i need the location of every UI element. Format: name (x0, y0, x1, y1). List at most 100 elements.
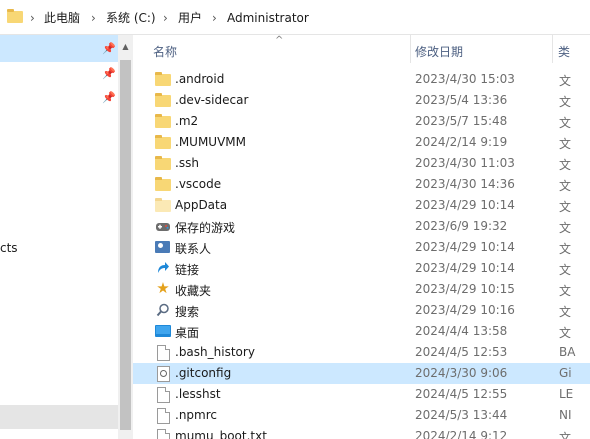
file-row[interactable]: .lesshst 2024/4/5 12:55 LE (133, 384, 590, 405)
file-type: 文 (559, 263, 572, 277)
file-type: 文 (559, 95, 572, 109)
pin-icon[interactable]: 📌 (102, 68, 116, 80)
file-type: 文 (559, 74, 572, 88)
breadcrumb-users[interactable]: 用户 (178, 10, 202, 26)
file-date: 2023/5/4 13:36 (415, 93, 508, 107)
file-date: 2024/3/30 9:06 (415, 366, 508, 380)
file-name: .vscode (175, 177, 222, 191)
file-row[interactable]: 搜索 2023/4/29 10:16 文 (133, 300, 590, 321)
breadcrumb-administrator[interactable]: Administrator (227, 10, 309, 26)
file-date: 2023/4/29 10:14 (415, 240, 515, 254)
scroll-up-icon[interactable]: ▲ (121, 42, 130, 51)
file-name: 搜索 (175, 305, 200, 319)
scrollbar-thumb[interactable] (120, 60, 131, 430)
file-name: .ssh (175, 156, 199, 170)
file-type: 文 (559, 179, 572, 193)
favorites-icon: ★ (156, 279, 170, 297)
file-name: mumu_boot.txt (175, 429, 267, 439)
pin-icon[interactable]: 📌 (102, 92, 116, 104)
file-type: 文 (559, 305, 572, 319)
file-name: 链接 (175, 263, 200, 277)
text-file-icon (155, 429, 171, 439)
nav-item-label[interactable]: cts (0, 241, 18, 255)
file-row[interactable]: 保存的游戏 2023/6/9 19:32 文 (133, 216, 590, 237)
file-type: 文 (559, 221, 572, 235)
nav-scrollbar[interactable]: ▲ (118, 35, 133, 439)
nav-item-selected[interactable] (0, 35, 118, 62)
file-row[interactable]: ★ 收藏夹 2023/4/29 10:15 文 (133, 279, 590, 300)
file-type: 文 (559, 116, 572, 130)
hidden-folder-icon (155, 198, 171, 213)
file-row[interactable]: 桌面 2024/4/4 13:58 文 (133, 321, 590, 342)
file-type: 文 (559, 158, 572, 172)
column-header-date[interactable]: 修改日期 (415, 43, 463, 60)
file-row[interactable]: .android 2023/4/30 15:03 文 (133, 69, 590, 90)
file-icon (155, 387, 171, 403)
column-divider[interactable] (410, 35, 411, 63)
file-type: 文 (559, 284, 572, 298)
column-header-type[interactable]: 类 (558, 43, 570, 60)
file-row[interactable]: 链接 2023/4/29 10:14 文 (133, 258, 590, 279)
file-name: .dev-sidecar (175, 93, 249, 107)
nav-item-hover[interactable] (0, 405, 118, 429)
file-rows: .android 2023/4/30 15:03 文 .dev-sidecar 2023… (133, 69, 590, 439)
file-name: 收藏夹 (175, 284, 212, 298)
links-icon (155, 261, 171, 276)
breadcrumb-this-pc[interactable]: 此电脑 (44, 10, 80, 26)
file-type: 文 (559, 137, 572, 151)
breadcrumb-separator[interactable]: › (91, 10, 96, 26)
file-row[interactable]: .ssh 2023/4/30 11:03 文 (133, 153, 590, 174)
file-name: .android (175, 72, 225, 86)
file-name: .lesshst (175, 387, 221, 401)
column-divider[interactable] (552, 35, 553, 63)
file-date: 2023/4/29 10:14 (415, 261, 515, 275)
breadcrumb-separator[interactable]: › (212, 10, 217, 26)
file-row[interactable]: mumu_boot.txt 2024/2/14 9:12 文 (133, 426, 590, 439)
contacts-icon (155, 240, 171, 255)
file-row[interactable]: .MUMUVMM 2024/2/14 9:19 文 (133, 132, 590, 153)
file-type: 文 (559, 326, 572, 340)
file-date: 2023/4/29 10:14 (415, 198, 515, 212)
file-date: 2023/4/30 14:36 (415, 177, 515, 191)
file-row[interactable]: 联系人 2023/4/29 10:14 文 (133, 237, 590, 258)
file-name: .MUMUVMM (175, 135, 247, 149)
file-type: Gi (559, 366, 572, 380)
file-name: .gitconfig (175, 366, 232, 380)
folder-icon (155, 156, 171, 171)
folder-icon (7, 9, 23, 23)
column-header-name[interactable]: 名称 (153, 43, 177, 60)
file-date: 2023/4/30 11:03 (415, 156, 515, 170)
file-name: 保存的游戏 (175, 221, 236, 235)
pin-icon[interactable]: 📌 (102, 43, 116, 55)
folder-icon (155, 93, 171, 108)
file-name: 联系人 (175, 242, 212, 256)
file-row[interactable]: .vscode 2023/4/30 14:36 文 (133, 174, 590, 195)
file-date: 2024/2/14 9:12 (415, 429, 508, 439)
file-date: 2023/4/29 10:16 (415, 303, 515, 317)
file-date: 2024/2/14 9:19 (415, 135, 508, 149)
breadcrumb-system-drive[interactable]: 系统 (C:) (106, 10, 156, 26)
file-date: 2023/6/9 19:32 (415, 219, 508, 233)
file-name: 桌面 (175, 326, 200, 340)
file-type: BA (559, 345, 576, 359)
breadcrumb-separator[interactable]: › (163, 10, 168, 26)
file-row[interactable]: AppData 2023/4/29 10:14 文 (133, 195, 590, 216)
config-file-icon (155, 366, 171, 382)
file-row[interactable]: .dev-sidecar 2023/5/4 13:36 文 (133, 90, 590, 111)
file-row[interactable]: .m2 2023/5/7 15:48 文 (133, 111, 590, 132)
file-name: .bash_history (175, 345, 255, 359)
file-row[interactable]: .npmrc 2024/5/3 13:44 NI (133, 405, 590, 426)
file-date: 2024/5/3 13:44 (415, 408, 508, 422)
breadcrumb-separator[interactable]: › (30, 10, 35, 26)
address-bar[interactable]: › 此电脑 › 系统 (C:) › 用户 › Administrator (0, 0, 590, 35)
file-date: 2024/4/5 12:53 (415, 345, 508, 359)
file-row[interactable]: .bash_history 2024/4/5 12:53 BA (133, 342, 590, 363)
file-date: 2024/4/5 12:55 (415, 387, 508, 401)
file-type: 文 (559, 431, 572, 439)
file-row[interactable]: .gitconfig 2024/3/30 9:06 Gi (133, 363, 590, 384)
folder-icon (155, 177, 171, 192)
file-date: 2023/4/29 10:15 (415, 282, 515, 296)
file-icon (155, 345, 171, 361)
file-type: LE (559, 387, 574, 401)
file-date: 2023/5/7 15:48 (415, 114, 508, 128)
